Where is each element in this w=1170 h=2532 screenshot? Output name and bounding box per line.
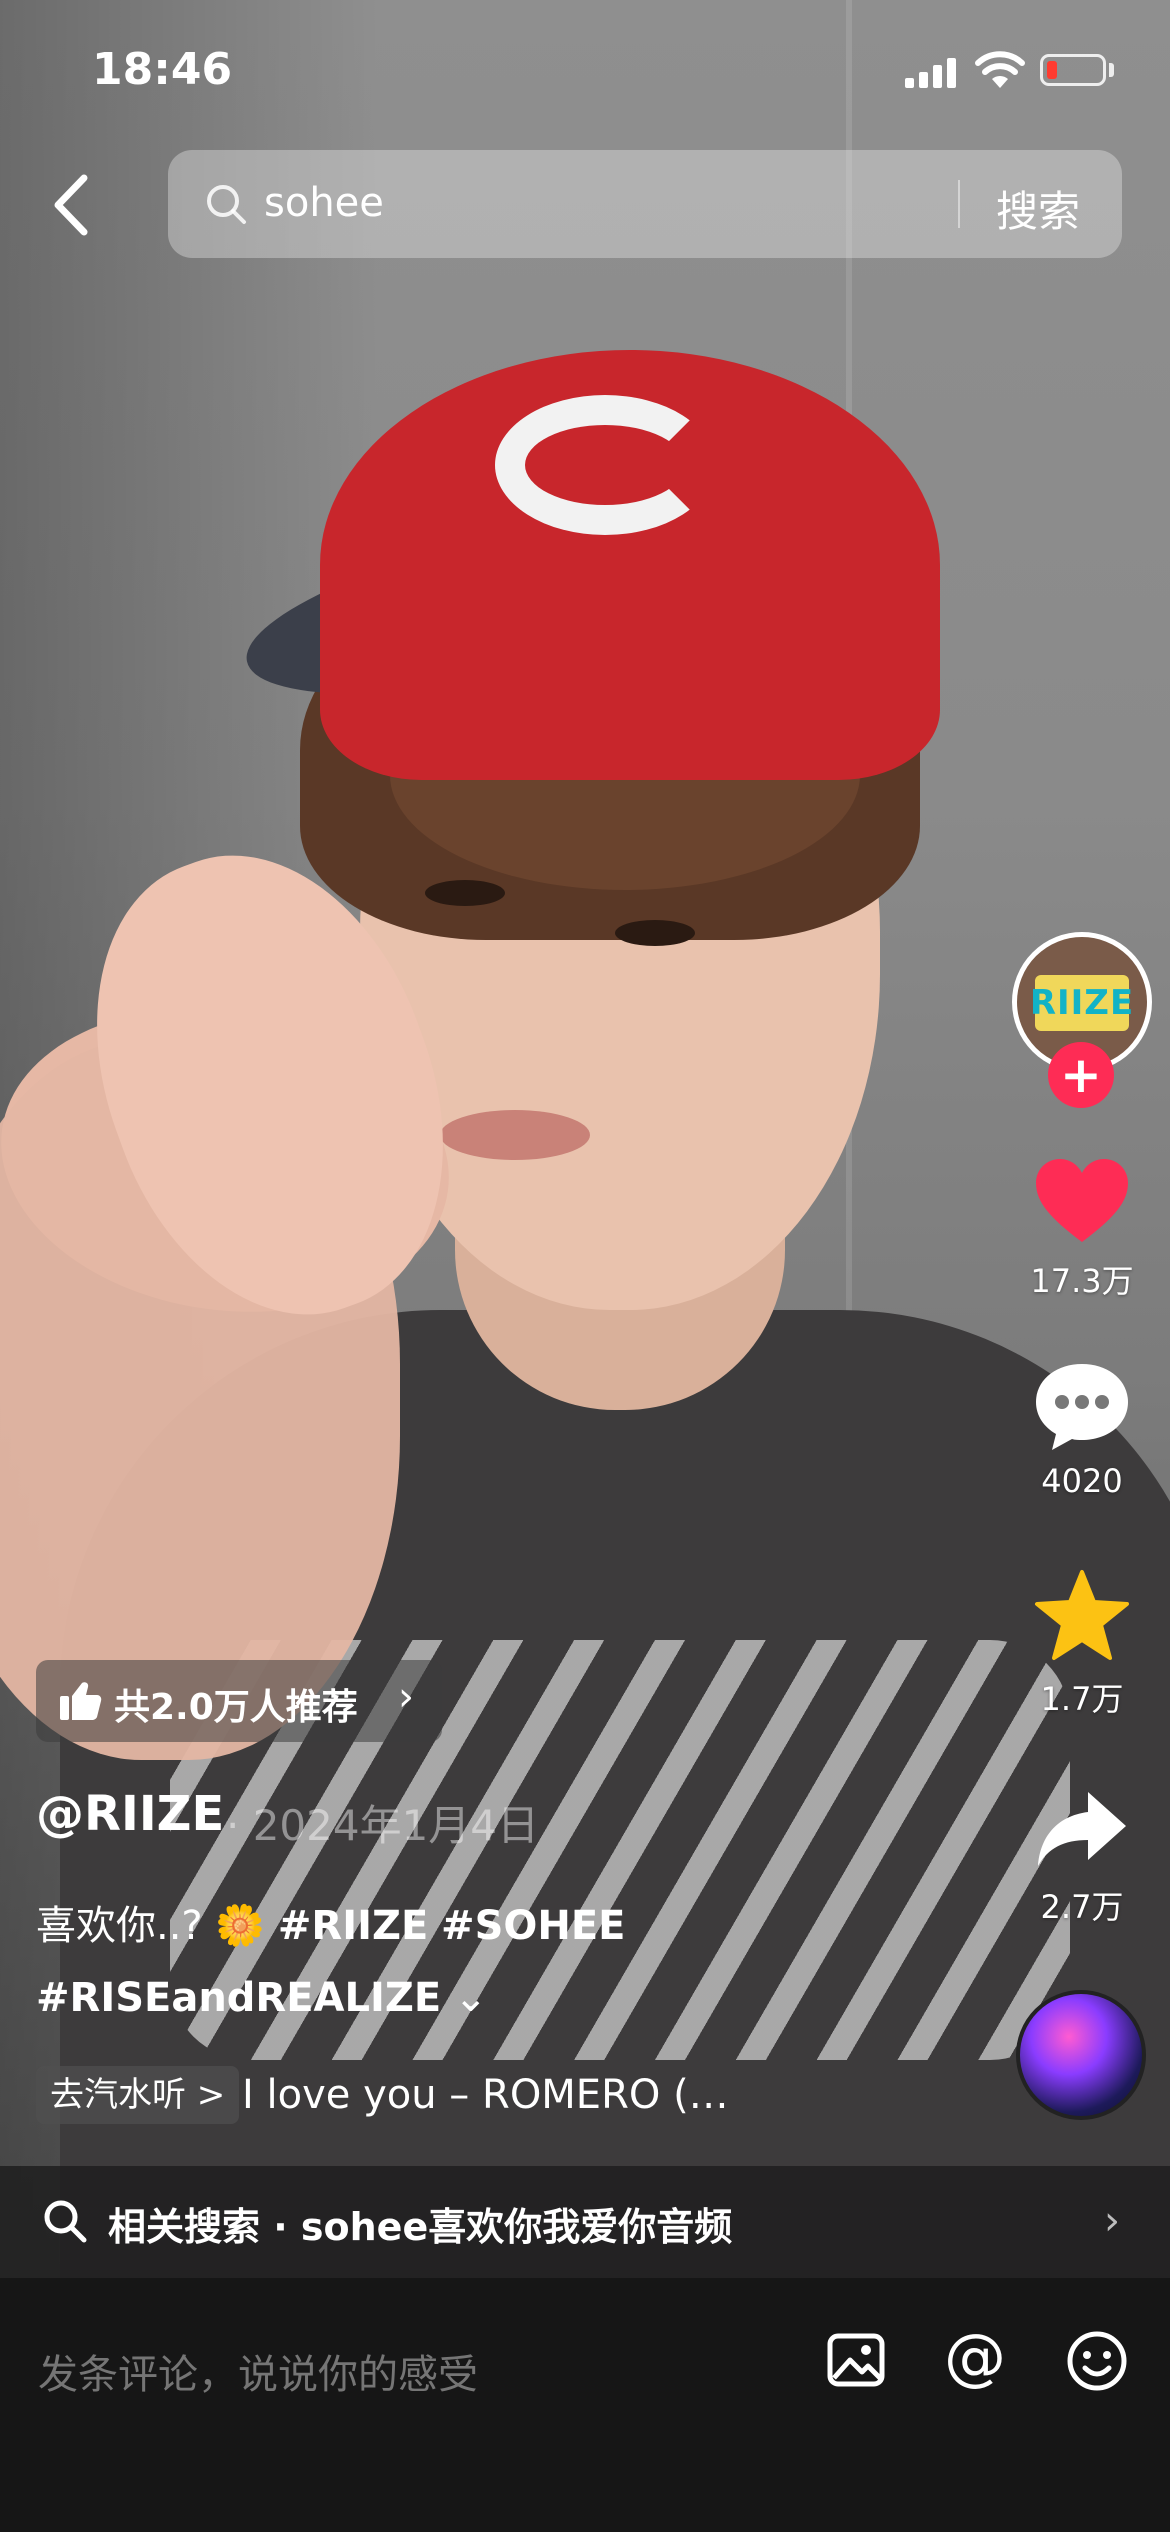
post-date: · 2024年1月4日 [226, 1801, 540, 1850]
heart-icon [1036, 1159, 1128, 1242]
like-button[interactable]: 17.3万 [1022, 1156, 1142, 1302]
follow-button[interactable]: + [1048, 1042, 1114, 1108]
chevron-right-icon: › [1104, 2198, 1120, 2244]
search-icon [44, 2200, 87, 2243]
back-icon[interactable] [44, 170, 104, 240]
chevron-right-icon: › [398, 1674, 414, 1720]
video-caption[interactable]: 喜欢你..? 🌼 #RIIZE #SOHEE #RISEandREALIZE ⌄ [36, 1890, 976, 2034]
comment-input[interactable] [36, 2334, 780, 2416]
person-mouth [440, 1110, 590, 1160]
star-icon [1035, 1570, 1129, 1660]
cap-logo [495, 395, 715, 535]
comment-bar: @ [0, 2278, 1170, 2532]
hashtag[interactable]: #RIIZE [278, 1903, 428, 1949]
search-query-text[interactable]: sohee [264, 180, 384, 226]
listen-on-qishui-button[interactable]: 去汽水听 > [36, 2066, 240, 2124]
expand-caption-icon[interactable]: ⌄ [454, 1975, 488, 2021]
recommend-text: 共2.0万人推荐 [114, 1687, 358, 1728]
hashtag[interactable]: #SOHEE [441, 1903, 625, 1949]
collect-button[interactable]: 1.7万 [1022, 1568, 1142, 1720]
share-count: 2.7万 [1040, 1888, 1124, 1926]
video-feed-screen: 18:46 sohee 搜索 RIIZE + 17.3万 4020 1.7万 2… [0, 0, 1170, 2532]
hashtag[interactable]: #RISEandREALIZE [36, 1975, 441, 2021]
status-time: 18:46 [92, 44, 233, 95]
comment-count: 4020 [1041, 1462, 1123, 1500]
like-count: 17.3万 [1030, 1262, 1134, 1300]
comment-icon [1036, 1364, 1128, 1450]
search-bar[interactable]: sohee 搜索 [168, 150, 1122, 258]
image-icon[interactable] [826, 2330, 886, 2390]
music-disc[interactable] [1016, 1990, 1146, 2120]
at-icon[interactable]: @ [944, 2326, 1006, 2388]
battery-tip [1109, 63, 1114, 77]
related-search-text: 相关搜索 · sohee喜欢你我爱你音频 [108, 2205, 733, 2249]
avatar-logo: RIIZE [1030, 975, 1133, 1031]
person-eye-left [425, 880, 505, 906]
search-icon [207, 185, 246, 224]
cellular-signal-icon [905, 58, 959, 88]
share-button[interactable]: 2.7万 [1022, 1786, 1142, 1928]
comment-button[interactable]: 4020 [1022, 1360, 1142, 1500]
battery-icon [1040, 54, 1106, 86]
share-icon [1038, 1792, 1126, 1866]
recommend-pill[interactable]: 共2.0万人推荐 › [36, 1660, 442, 1742]
search-button[interactable]: 搜索 [996, 178, 1080, 239]
status-bar: 18:46 [0, 0, 1170, 140]
thumbs-up-icon [60, 1682, 102, 1720]
related-search-bar[interactable]: 相关搜索 · sohee喜欢你我爱你音频 › [0, 2166, 1170, 2278]
emoji-icon[interactable] [1066, 2330, 1128, 2392]
music-title[interactable]: I love you – ROMERO (… [242, 2072, 762, 2118]
collect-count: 1.7万 [1040, 1680, 1124, 1718]
wifi-icon [975, 51, 1025, 88]
caption-emoji: 🌼 [215, 1903, 266, 1949]
caption-text: 喜欢你..? [36, 1903, 216, 1949]
person-eye-right [615, 920, 695, 946]
search-divider [958, 180, 960, 228]
author-name[interactable]: @RIIZE [36, 1786, 224, 1842]
